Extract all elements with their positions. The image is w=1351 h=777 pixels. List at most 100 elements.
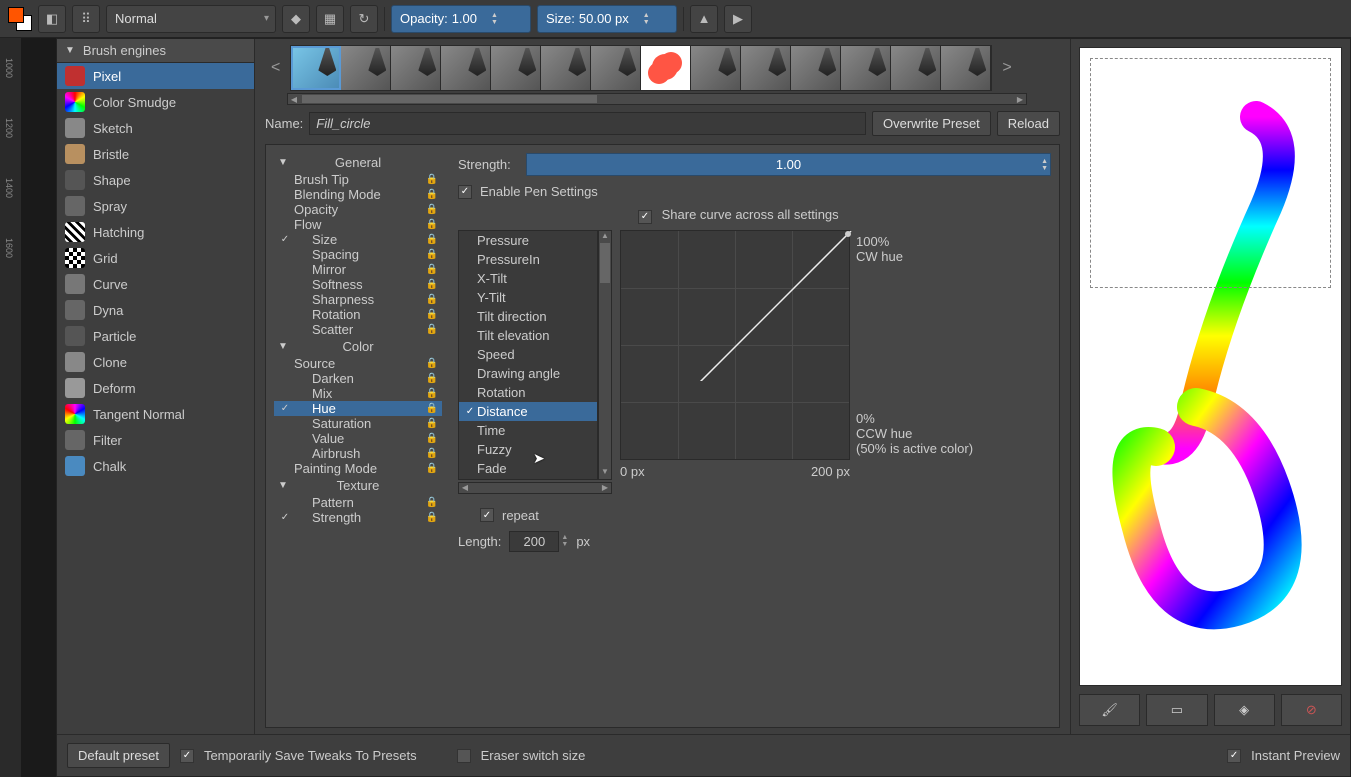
engine-item-shape[interactable]: Shape [57, 167, 254, 193]
preset-scrollbar[interactable]: ◀▶ [287, 93, 1027, 105]
option-source[interactable]: Source🔒 [274, 356, 442, 371]
preset-thumb[interactable] [291, 46, 341, 90]
sensor-pressure[interactable]: Pressure [459, 231, 597, 250]
engine-item-spray[interactable]: Spray [57, 193, 254, 219]
preset-thumb[interactable] [541, 46, 591, 90]
brush-preset-button[interactable]: ⠿ [72, 5, 100, 33]
engine-item-chalk[interactable]: Chalk [57, 453, 254, 479]
option-mix[interactable]: Mix🔒 [274, 386, 442, 401]
option-flow[interactable]: Flow🔒 [274, 217, 442, 232]
preset-thumb[interactable] [341, 46, 391, 90]
preset-name-input[interactable] [309, 112, 866, 135]
sensor-x-tilt[interactable]: X-Tilt [459, 269, 597, 288]
preset-thumb[interactable] [691, 46, 741, 90]
sensor-pressurein[interactable]: PressureIn [459, 250, 597, 269]
preset-thumb[interactable] [441, 46, 491, 90]
option-strength[interactable]: ✓Strength🔒 [274, 510, 442, 525]
option-size[interactable]: ✓Size🔒 [274, 232, 442, 247]
option-rotation[interactable]: Rotation🔒 [274, 307, 442, 322]
blend-mode-dropdown[interactable]: Normal [106, 5, 276, 33]
sensor-distance[interactable]: ✓Distance [459, 402, 597, 421]
sensor-tilt-elevation[interactable]: Tilt elevation [459, 326, 597, 345]
option-pattern[interactable]: Pattern🔒 [274, 495, 442, 510]
curve-graph[interactable] [620, 230, 850, 460]
sensor-fade[interactable]: Fade [459, 459, 597, 478]
preset-thumb[interactable] [941, 46, 991, 90]
option-sharpness[interactable]: Sharpness🔒 [274, 292, 442, 307]
strength-slider[interactable]: 1.00 ▲▼ [526, 153, 1051, 176]
temp-save-checkbox[interactable]: ✓ [180, 749, 194, 763]
option-darken[interactable]: Darken🔒 [274, 371, 442, 386]
option-airbrush[interactable]: Airbrush🔒 [274, 446, 442, 461]
engine-item-dyna[interactable]: Dyna [57, 297, 254, 323]
alpha-lock-toggle[interactable]: ▦ [316, 5, 344, 33]
mirror-horizontal-button[interactable]: ▲ [690, 5, 718, 33]
preset-thumb[interactable] [741, 46, 791, 90]
preview-brush-tool[interactable]: 🖌 [1079, 694, 1140, 726]
option-value[interactable]: Value🔒 [274, 431, 442, 446]
share-curve-checkbox[interactable]: ✓ [638, 210, 652, 224]
option-brush-tip[interactable]: Brush Tip🔒 [274, 172, 442, 187]
sensor-y-tilt[interactable]: Y-Tilt [459, 288, 597, 307]
options-group-header[interactable]: ▼Color [274, 337, 442, 356]
repeat-checkbox[interactable]: ✓ [480, 508, 494, 522]
preview-fill-tool[interactable]: ◈ [1214, 694, 1275, 726]
preset-thumb[interactable] [841, 46, 891, 90]
sensor-rotation[interactable]: Rotation [459, 383, 597, 402]
brush-engines-header[interactable]: ▼ Brush engines [57, 39, 254, 63]
engine-item-deform[interactable]: Deform [57, 375, 254, 401]
overwrite-preset-button[interactable]: Overwrite Preset [872, 111, 991, 136]
preset-thumb[interactable] [791, 46, 841, 90]
engine-item-clone[interactable]: Clone [57, 349, 254, 375]
option-softness[interactable]: Softness🔒 [274, 277, 442, 292]
engine-item-particle[interactable]: Particle [57, 323, 254, 349]
engine-item-curve[interactable]: Curve [57, 271, 254, 297]
preset-thumb[interactable] [891, 46, 941, 90]
option-spacing[interactable]: Spacing🔒 [274, 247, 442, 262]
preview-clear-button[interactable]: ⊘ [1281, 694, 1342, 726]
mirror-vertical-button[interactable]: ▶ [724, 5, 752, 33]
options-group-header[interactable]: ▼Texture [274, 476, 442, 495]
engine-item-hatching[interactable]: Hatching [57, 219, 254, 245]
reload-preset-button[interactable]: ↻ [350, 5, 378, 33]
length-input[interactable] [509, 531, 559, 552]
instant-preview-checkbox[interactable]: ✓ [1227, 749, 1241, 763]
eraser-size-checkbox[interactable] [457, 749, 471, 763]
preset-scroll-right[interactable]: > [996, 59, 1017, 77]
pattern-button[interactable]: ◧ [38, 5, 66, 33]
reload-preset-button[interactable]: Reload [997, 111, 1060, 136]
option-scatter[interactable]: Scatter🔒 [274, 322, 442, 337]
options-group-header[interactable]: ▼General [274, 153, 442, 172]
size-field[interactable]: Size: 50.00 px ▲▼ [537, 5, 677, 33]
preset-thumb[interactable] [391, 46, 441, 90]
sensor-fuzzy[interactable]: Fuzzy [459, 440, 597, 459]
preset-thumb[interactable] [641, 46, 691, 90]
eraser-toggle[interactable]: ◆ [282, 5, 310, 33]
option-blending-mode[interactable]: Blending Mode🔒 [274, 187, 442, 202]
sensor-scrollbar-v[interactable]: ▲▼ [598, 230, 612, 480]
opacity-field[interactable]: Opacity: 1.00 ▲▼ [391, 5, 531, 33]
engine-item-color-smudge[interactable]: Color Smudge [57, 89, 254, 115]
sensor-tilt-direction[interactable]: Tilt direction [459, 307, 597, 326]
preset-scroll-left[interactable]: < [265, 59, 286, 77]
option-hue[interactable]: ✓Hue🔒 [274, 401, 442, 416]
option-saturation[interactable]: Saturation🔒 [274, 416, 442, 431]
preview-canvas[interactable] [1079, 47, 1342, 686]
option-opacity[interactable]: Opacity🔒 [274, 202, 442, 217]
option-mirror[interactable]: Mirror🔒 [274, 262, 442, 277]
sensor-time[interactable]: Time [459, 421, 597, 440]
engine-item-bristle[interactable]: Bristle [57, 141, 254, 167]
engine-item-grid[interactable]: Grid [57, 245, 254, 271]
color-swatch[interactable] [8, 7, 32, 31]
option-painting-mode[interactable]: Painting Mode🔒 [274, 461, 442, 476]
sensor-speed[interactable]: Speed [459, 345, 597, 364]
preset-thumb[interactable] [591, 46, 641, 90]
engine-item-filter[interactable]: Filter [57, 427, 254, 453]
enable-pen-checkbox[interactable]: ✓ [458, 185, 472, 199]
preview-line-tool[interactable]: ▭ [1146, 694, 1207, 726]
engine-item-sketch[interactable]: Sketch [57, 115, 254, 141]
engine-item-pixel[interactable]: Pixel [57, 63, 254, 89]
sensor-scrollbar-h[interactable]: ◀▶ [458, 482, 612, 494]
default-preset-button[interactable]: Default preset [67, 743, 170, 768]
sensor-drawing-angle[interactable]: Drawing angle [459, 364, 597, 383]
